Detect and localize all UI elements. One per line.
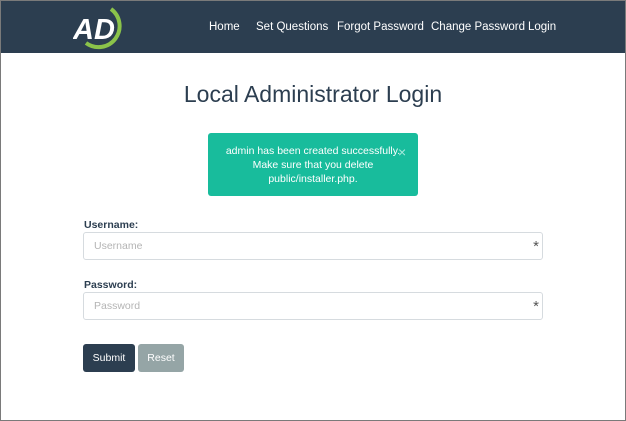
- logo-text: AD: [73, 14, 115, 46]
- ad-logo[interactable]: AD: [73, 6, 127, 50]
- nav-change-password[interactable]: Change Password: [431, 20, 525, 34]
- username-input[interactable]: [84, 233, 542, 259]
- navbar: AD Home Set Questions Forgot Password Ch…: [1, 1, 625, 53]
- username-field-wrapper: *: [83, 232, 543, 260]
- password-label: Password:: [84, 279, 138, 291]
- required-asterisk-icon: *: [533, 298, 539, 315]
- reset-button[interactable]: Reset: [138, 344, 184, 372]
- alert-text-line-1: admin has been created successfully.: [225, 145, 401, 157]
- password-input[interactable]: [84, 293, 542, 319]
- required-asterisk-icon: *: [533, 238, 539, 255]
- page-title: Local Administrator Login: [183, 81, 443, 107]
- nav-set-questions[interactable]: Set Questions: [256, 20, 328, 34]
- nav-home[interactable]: Home: [209, 20, 240, 34]
- alert-close-icon[interactable]: ×: [398, 145, 406, 159]
- success-alert: admin has been created successfully. Mak…: [208, 133, 418, 196]
- nav-forgot-password[interactable]: Forgot Password: [337, 20, 424, 34]
- nav-login[interactable]: Login: [528, 20, 556, 34]
- password-field-wrapper: *: [83, 292, 543, 320]
- alert-text-line-3: public/installer.php.: [268, 173, 358, 185]
- alert-text-line-2: Make sure that you delete: [252, 159, 374, 171]
- username-label: Username:: [84, 219, 139, 231]
- submit-button[interactable]: Submit: [83, 344, 135, 372]
